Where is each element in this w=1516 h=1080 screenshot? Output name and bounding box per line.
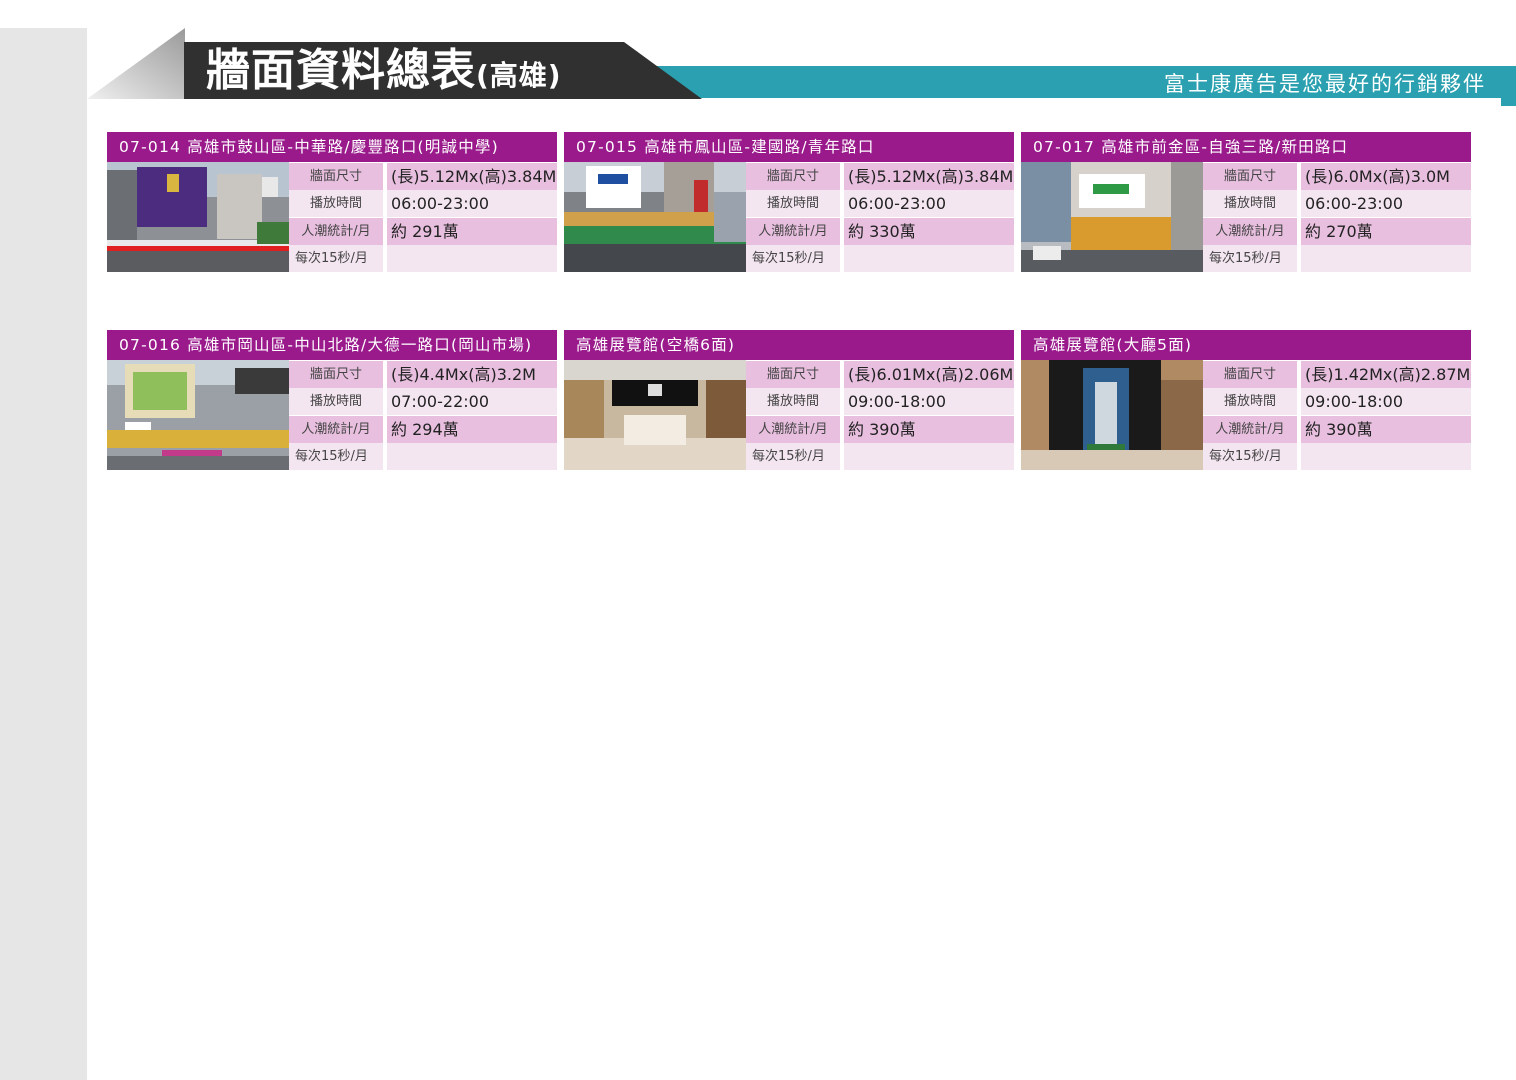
header-slogan: 富士康廣告是您最好的行銷夥伴 <box>1164 72 1486 96</box>
size-value: (長)5.12Mx(高)3.84M <box>387 163 557 190</box>
hours-label: 播放時間 <box>1203 388 1297 415</box>
size-row: 牆面尺寸 (長)6.0Mx(高)3.0M <box>1203 163 1471 190</box>
lobby-screen-photo <box>1021 360 1203 470</box>
billboard-card: 07-017 高雄市前金區-自強三路/新田路口 牆面尺寸 (長)6.0Mx(高)3… <box>1021 132 1471 274</box>
header-corner-triangle <box>87 28 185 99</box>
traffic-label: 人潮統計/月 <box>746 416 840 443</box>
billboard-card: 高雄展覽館(空橋6面) 牆面尺寸 (長)6.01Mx(高)2.06M 播放時間 09… <box>564 330 1014 472</box>
hours-label: 播放時間 <box>1203 190 1297 217</box>
frequency-label: 每次15秒/月 <box>289 443 383 470</box>
size-value: (長)6.0Mx(高)3.0M <box>1301 163 1471 190</box>
traffic-value: 約 390萬 <box>844 416 1014 443</box>
frequency-row: 每次15秒/月 <box>746 443 1014 470</box>
hours-row: 播放時間 09:00-18:00 <box>1203 388 1471 415</box>
street-billboard-photo <box>107 162 289 272</box>
size-value: (長)5.12Mx(高)3.84M <box>844 163 1014 190</box>
traffic-value: 約 390萬 <box>1301 416 1471 443</box>
size-label: 牆面尺寸 <box>746 361 840 388</box>
hours-label: 播放時間 <box>746 190 840 217</box>
size-row: 牆面尺寸 (長)4.4Mx(高)3.2M <box>289 361 557 388</box>
size-value: (長)6.01Mx(高)2.06M <box>844 361 1014 388</box>
traffic-row: 人潮統計/月約 270萬 <box>1203 218 1471 245</box>
frequency-label: 每次15秒/月 <box>1203 245 1297 272</box>
hours-row: 播放時間 06:00-23:00 <box>289 190 557 217</box>
billboard-card: 07-014 高雄市鼓山區-中華路/慶豐路口(明誠中學) 牆面尺寸 (長)5.12… <box>107 132 557 274</box>
page-title-main: 牆面資料總表 <box>206 45 476 96</box>
card-title: 07-017 高雄市前金區-自強三路/新田路口 <box>1021 132 1471 162</box>
hours-row: 播放時間 07:00-22:00 <box>289 388 557 415</box>
hours-value: 09:00-18:00 <box>1301 388 1471 415</box>
skybridge-screen-photo <box>564 360 746 470</box>
page-title-region: (高雄) <box>476 59 562 92</box>
frequency-label: 每次15秒/月 <box>289 245 383 272</box>
size-label: 牆面尺寸 <box>289 163 383 190</box>
market-billboard-photo <box>107 360 289 470</box>
hours-label: 播放時間 <box>289 388 383 415</box>
card-title: 高雄展覽館(空橋6面) <box>564 330 1014 360</box>
traffic-row: 人潮統計/月約 291萬 <box>289 218 557 245</box>
frequency-label: 每次15秒/月 <box>746 443 840 470</box>
size-row: 牆面尺寸 (長)5.12Mx(高)3.84M <box>289 163 557 190</box>
left-margin-strip <box>0 28 87 1080</box>
billboard-card: 07-015 高雄市鳳山區-建國路/青年路口 牆面尺寸 (長)5.12Mx(高)3… <box>564 132 1014 274</box>
size-row: 牆面尺寸 (長)1.42Mx(高)2.87M <box>1203 361 1471 388</box>
size-row: 牆面尺寸 (長)6.01Mx(高)2.06M <box>746 361 1014 388</box>
frequency-value <box>387 443 557 470</box>
page-title: 牆面資料總表(高雄) <box>206 44 562 98</box>
billboard-card: 07-016 高雄市岡山區-中山北路/大德一路口(岡山市場) 牆面尺寸 (長)4.… <box>107 330 557 472</box>
hours-value: 06:00-23:00 <box>387 190 557 217</box>
size-label: 牆面尺寸 <box>1203 163 1297 190</box>
card-title: 07-014 高雄市鼓山區-中華路/慶豐路口(明誠中學) <box>107 132 557 162</box>
hours-value: 06:00-23:00 <box>844 190 1014 217</box>
traffic-label: 人潮統計/月 <box>1203 416 1297 443</box>
frequency-row: 每次15秒/月 <box>746 245 1014 272</box>
frequency-row: 每次15秒/月 <box>289 443 557 470</box>
hours-value: 07:00-22:00 <box>387 388 557 415</box>
frequency-row: 每次15秒/月 <box>1203 245 1471 272</box>
traffic-value: 約 294萬 <box>387 416 557 443</box>
frequency-label: 每次15秒/月 <box>746 245 840 272</box>
traffic-label: 人潮統計/月 <box>746 218 840 245</box>
traffic-value: 約 291萬 <box>387 218 557 245</box>
frequency-label: 每次15秒/月 <box>1203 443 1297 470</box>
hours-label: 播放時間 <box>746 388 840 415</box>
traffic-label: 人潮統計/月 <box>1203 218 1297 245</box>
frequency-row: 每次15秒/月 <box>289 245 557 272</box>
hours-row: 播放時間 06:00-23:00 <box>1203 190 1471 217</box>
frequency-value <box>844 443 1014 470</box>
frequency-row: 每次15秒/月 <box>1203 443 1471 470</box>
size-label: 牆面尺寸 <box>1203 361 1297 388</box>
card-title: 高雄展覽館(大廳5面) <box>1021 330 1471 360</box>
traffic-row: 人潮統計/月約 390萬 <box>746 416 1014 443</box>
hours-row: 播放時間 09:00-18:00 <box>746 388 1014 415</box>
hours-value: 06:00-23:00 <box>1301 190 1471 217</box>
traffic-value: 約 330萬 <box>844 218 1014 245</box>
traffic-value: 約 270萬 <box>1301 218 1471 245</box>
frequency-value <box>844 245 1014 272</box>
size-value: (長)1.42Mx(高)2.87M <box>1301 361 1471 388</box>
size-label: 牆面尺寸 <box>746 163 840 190</box>
size-label: 牆面尺寸 <box>289 361 383 388</box>
traffic-label: 人潮統計/月 <box>289 416 383 443</box>
frequency-value <box>387 245 557 272</box>
traffic-row: 人潮統計/月約 294萬 <box>289 416 557 443</box>
street-billboard-photo <box>564 162 746 272</box>
traffic-row: 人潮統計/月約 330萬 <box>746 218 1014 245</box>
hours-row: 播放時間 06:00-23:00 <box>746 190 1014 217</box>
frequency-value <box>1301 443 1471 470</box>
hours-value: 09:00-18:00 <box>844 388 1014 415</box>
card-title: 07-015 高雄市鳳山區-建國路/青年路口 <box>564 132 1014 162</box>
card-title: 07-016 高雄市岡山區-中山北路/大德一路口(岡山市場) <box>107 330 557 360</box>
traffic-row: 人潮統計/月約 390萬 <box>1203 416 1471 443</box>
hours-label: 播放時間 <box>289 190 383 217</box>
size-row: 牆面尺寸 (長)5.12Mx(高)3.84M <box>746 163 1014 190</box>
billboard-card: 高雄展覽館(大廳5面) 牆面尺寸 (長)1.42Mx(高)2.87M 播放時間 09… <box>1021 330 1471 472</box>
size-value: (長)4.4Mx(高)3.2M <box>387 361 557 388</box>
traffic-label: 人潮統計/月 <box>289 218 383 245</box>
building-billboard-photo <box>1021 162 1203 272</box>
frequency-value <box>1301 245 1471 272</box>
